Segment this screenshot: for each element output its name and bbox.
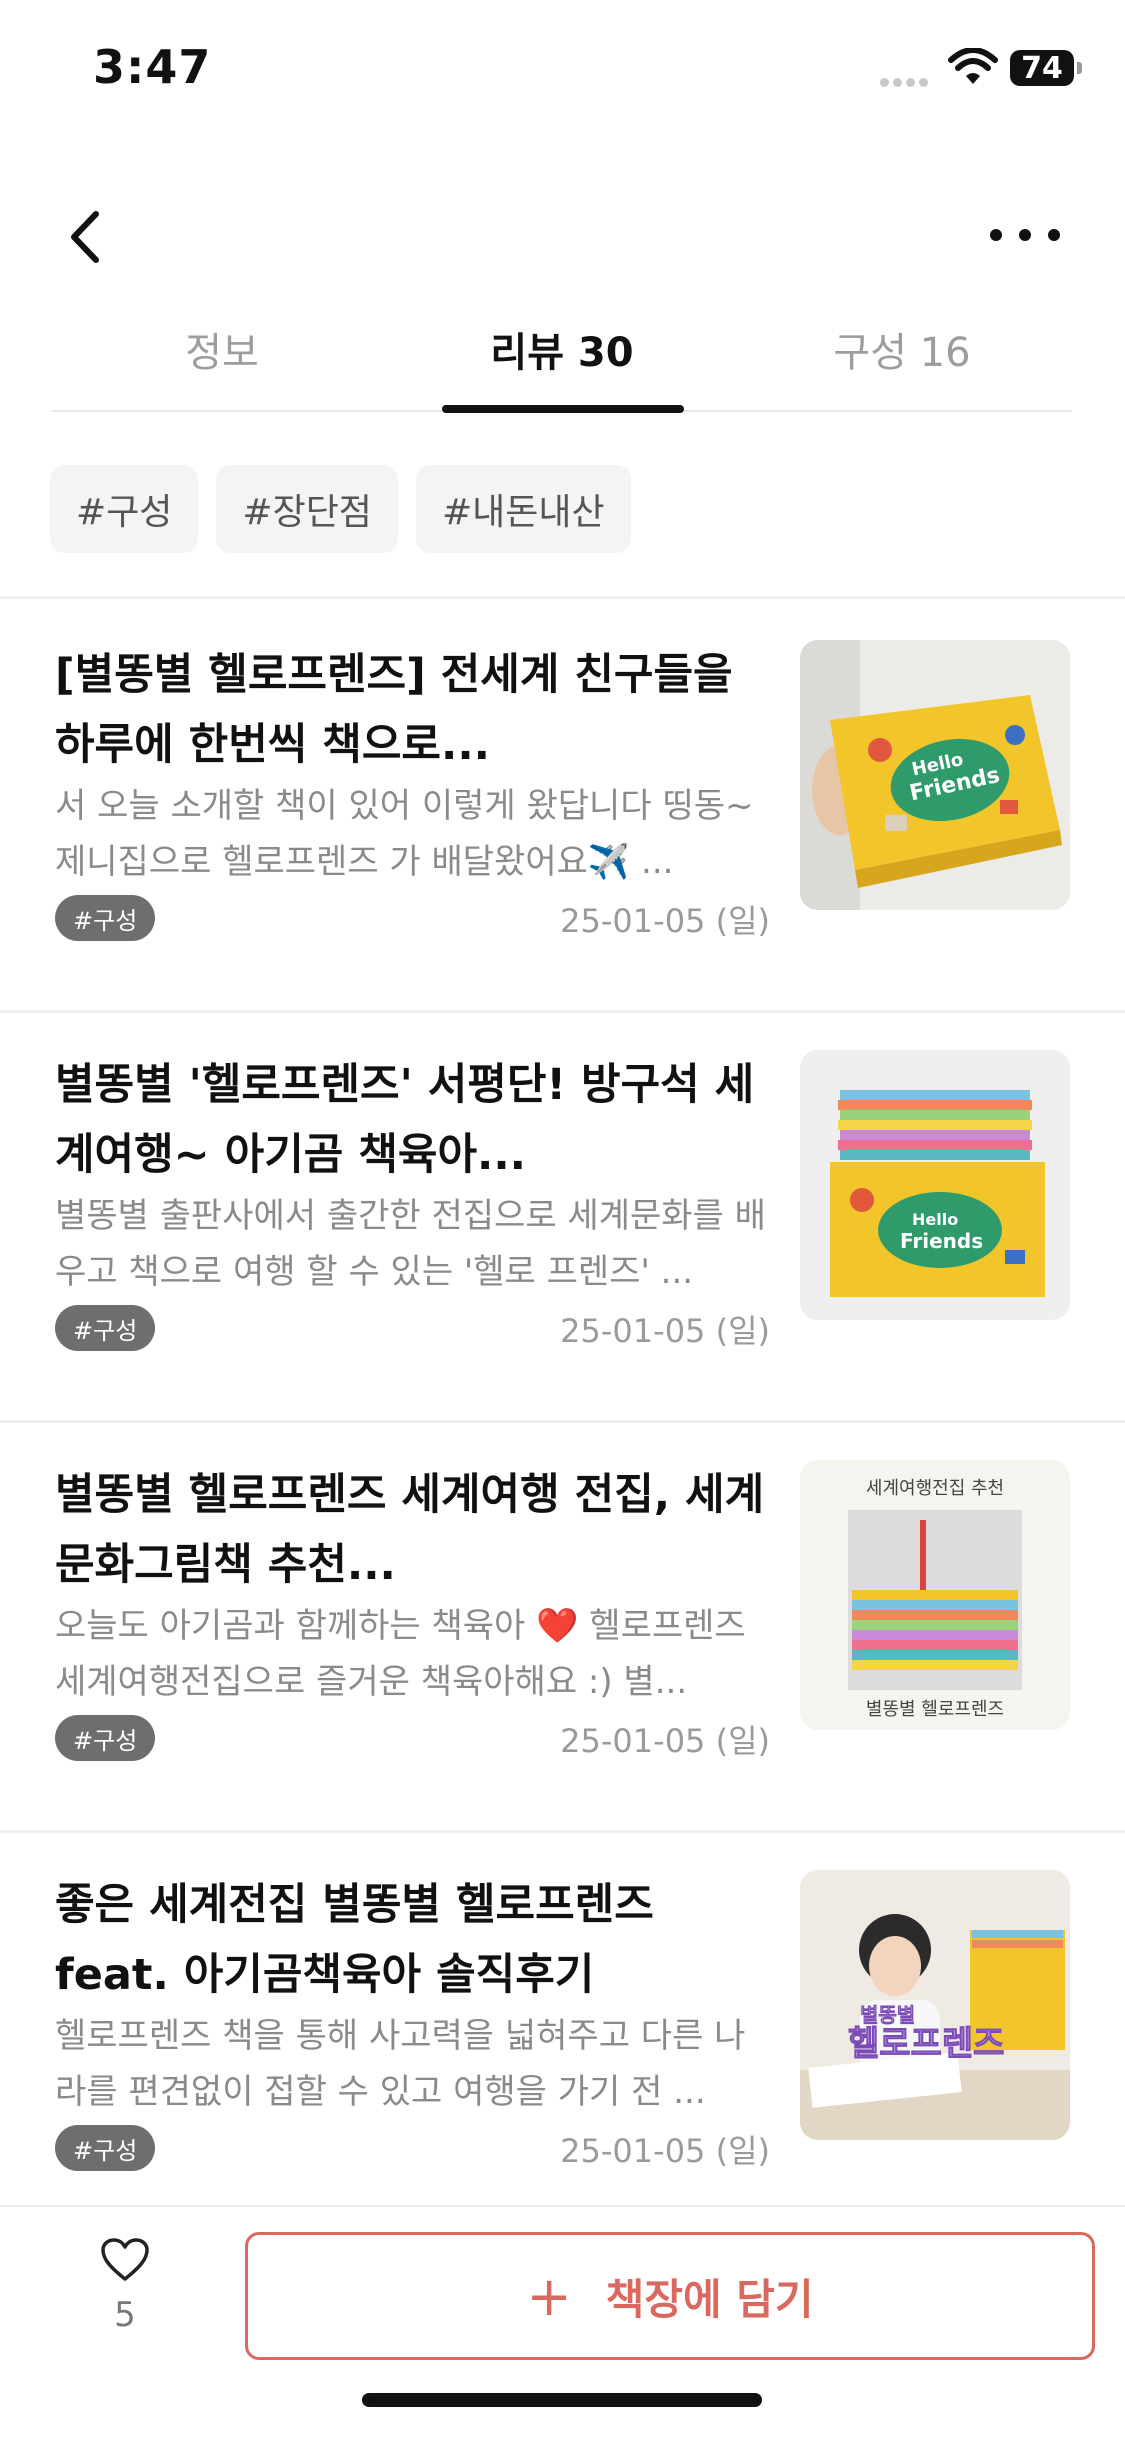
heart-icon <box>101 2238 149 2281</box>
section-divider <box>0 596 1125 599</box>
svg-text:헬로프렌즈: 헬로프렌즈 <box>848 2024 1004 2064</box>
plus-icon: + <box>526 2264 572 2328</box>
add-to-bookshelf-label: 책장에 담기 <box>605 2274 814 2324</box>
review-title: 별똥별 '헬로프렌즈' 서평단! 방구석 세계여행~ 아기곰 책육아... <box>55 1060 755 1180</box>
review-excerpt: 별똥별 출판사에서 출간한 전집으로 세계문화를 배우고 책으로 여행 할 수 … <box>55 1196 766 1292</box>
review-date: 25-01-05 (일) <box>560 902 770 940</box>
book-stack-image: 세계여행전집 추천 별똥별 헬로프렌즈 <box>800 1460 1070 1730</box>
svg-text:별똥별 헬로프렌즈: 별똥별 헬로프렌즈 <box>866 1699 1004 1720</box>
review-tag-badge: #구성 <box>55 2125 156 2171</box>
top-nav <box>0 190 1125 280</box>
like-count: 5 <box>114 2295 136 2335</box>
child-reading-image: 별똥별 헬로프렌즈 <box>800 1870 1070 2140</box>
review-item[interactable]: 좋은 세계전집 별똥별 헬로프렌즈 feat. 아기곰책육아 솔직후기 헬로프렌… <box>0 1830 1125 2240</box>
status-bar: 3:47 74 <box>0 0 1125 140</box>
hashtag-filters: #구성 #장단점 #내돈내산 <box>50 465 631 553</box>
more-options-icon[interactable] <box>990 220 1060 250</box>
review-item[interactable]: 별똥별 헬로프렌즈 세계여행 전집, 세계문화그림책 추천... 오늘도 아기곰… <box>0 1420 1125 1833</box>
home-indicator <box>362 2393 762 2407</box>
review-thumbnail: 별똥별 헬로프렌즈 <box>800 1870 1070 2140</box>
status-time: 3:47 <box>93 40 212 94</box>
review-date: 25-01-05 (일) <box>560 2132 770 2170</box>
svg-text:세계여행전집 추천: 세계여행전집 추천 <box>866 1478 1004 1499</box>
add-to-bookshelf-button[interactable]: + 책장에 담기 <box>245 2232 1095 2360</box>
battery-icon: 74 <box>1010 50 1082 86</box>
book-stack-image: Hello Friends <box>800 1050 1070 1320</box>
back-arrow-icon[interactable] <box>60 202 110 272</box>
svg-text:Hello: Hello <box>912 1210 958 1229</box>
wifi-icon <box>948 48 998 84</box>
review-title: 좋은 세계전집 별똥별 헬로프렌즈 feat. 아기곰책육아 솔직후기 <box>55 1880 654 2000</box>
review-thumbnail: 세계여행전집 추천 별똥별 헬로프렌즈 <box>800 1460 1070 1730</box>
review-thumbnail: Hello Friends <box>800 1050 1070 1320</box>
review-title: [별똥별 헬로프렌즈] 전세계 친구들을 하루에 한번씩 책으로... <box>55 650 733 770</box>
signal-icon <box>880 72 932 91</box>
review-excerpt: 헬로프렌즈 책을 통해 사고력을 넓혀주고 다른 나라를 편견없이 접할 수 있… <box>55 2016 746 2112</box>
review-tag-badge: #구성 <box>55 1305 156 1351</box>
review-date: 25-01-05 (일) <box>560 1312 770 1350</box>
tab-info[interactable]: 정보 <box>52 320 392 378</box>
active-tab-indicator <box>442 405 684 413</box>
review-excerpt: 오늘도 아기곰과 함께하는 책육아 ❤️ 헬로프렌즈 세계여행전집으로 즐거운 … <box>55 1606 746 1702</box>
hashtag-chip[interactable]: #장단점 <box>216 465 398 553</box>
hashtag-chip[interactable]: #내돈내산 <box>415 465 631 553</box>
review-date: 25-01-05 (일) <box>560 1722 770 1760</box>
review-title: 별똥별 헬로프렌즈 세계여행 전집, 세계문화그림책 추천... <box>55 1470 765 1590</box>
review-tag-badge: #구성 <box>55 1715 156 1761</box>
review-tag-badge: #구성 <box>55 895 156 941</box>
tab-bar: 정보 리뷰 30 구성 16 <box>52 300 1072 413</box>
svg-text:Friends: Friends <box>900 1229 983 1253</box>
book-box-image: Hello Friends <box>800 640 1070 910</box>
review-thumbnail: Hello Friends <box>800 640 1070 910</box>
tab-composition[interactable]: 구성 16 <box>732 320 1072 378</box>
review-item[interactable]: [별똥별 헬로프렌즈] 전세계 친구들을 하루에 한번씩 책으로... 서 오늘… <box>0 600 1125 1013</box>
review-item[interactable]: 별똥별 '헬로프렌즈' 서평단! 방구석 세계여행~ 아기곰 책육아... 별똥… <box>0 1010 1125 1423</box>
hashtag-chip[interactable]: #구성 <box>50 465 199 553</box>
tab-reviews[interactable]: 리뷰 30 <box>392 320 732 378</box>
like-button[interactable]: 5 <box>90 2237 160 2335</box>
review-excerpt: 서 오늘 소개할 책이 있어 이렇게 왔답니다 띵동~ 제니집으로 헬로프렌즈 … <box>55 786 754 882</box>
